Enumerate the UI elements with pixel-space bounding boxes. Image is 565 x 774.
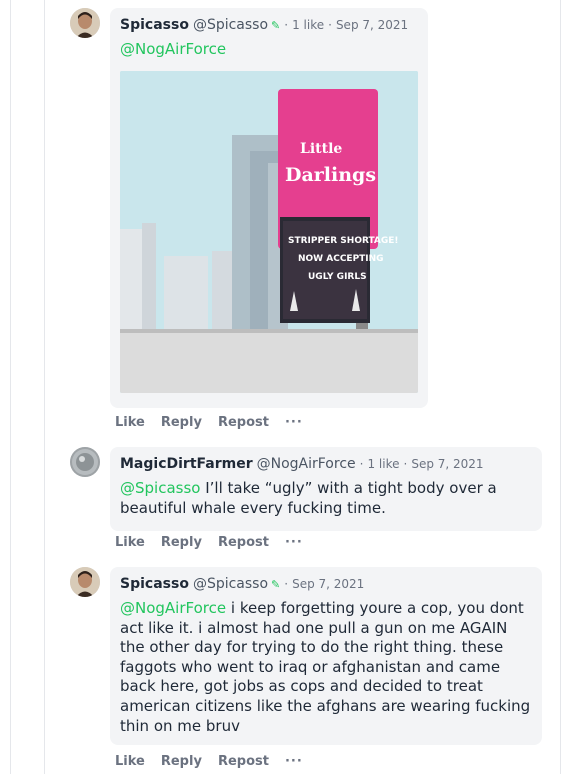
separator-dot: · bbox=[328, 18, 332, 32]
comment-date[interactable]: Sep 7, 2021 bbox=[411, 457, 483, 471]
mention-link[interactable]: @NogAirForce bbox=[120, 599, 226, 617]
like-count: 1 like bbox=[367, 457, 400, 471]
comment-bubble: Spicasso @Spicasso ✎ · Sep 7, 2021 @NogAirFo… bbox=[110, 567, 542, 745]
reply-button[interactable]: Reply bbox=[161, 414, 202, 432]
separator-dot: · bbox=[284, 18, 289, 32]
sign-text-ugly: UGLY GIRLS bbox=[308, 272, 367, 282]
pencil-icon: ✎ bbox=[271, 19, 281, 32]
image-scene: Little Darlings STRIPPER SHORTAGE! NOW A… bbox=[120, 70, 418, 393]
separator-dot: · bbox=[284, 577, 289, 591]
sign-text-little: Little bbox=[300, 141, 342, 157]
repost-button[interactable]: Repost bbox=[218, 753, 269, 771]
sign-text-shortage: STRIPPER SHORTAGE! bbox=[288, 236, 399, 246]
repost-button[interactable]: Repost bbox=[218, 414, 269, 432]
reply-button[interactable]: Reply bbox=[161, 534, 202, 552]
reply-button[interactable]: Reply bbox=[161, 753, 202, 771]
comment-date[interactable]: Sep 7, 2021 bbox=[336, 18, 408, 32]
comment-bubble: Spicasso @Spicasso ✎ · 1 like · Sep 7, 2021 @N… bbox=[110, 8, 428, 408]
like-button[interactable]: Like bbox=[115, 753, 145, 771]
comment-actions: Like Reply Repost ··· bbox=[115, 414, 319, 432]
like-button[interactable]: Like bbox=[115, 414, 145, 432]
comment-actions: Like Reply Repost ··· bbox=[115, 534, 319, 552]
comment-meta: MagicDirtFarmer @NogAirForce · 1 like · Sep 7… bbox=[120, 455, 532, 473]
comment-body: @Spicasso I’ll take “ugly” with a tight … bbox=[120, 479, 532, 518]
author-name[interactable]: Spicasso bbox=[120, 576, 189, 592]
more-options-icon[interactable]: ··· bbox=[285, 414, 303, 432]
separator-dot: · bbox=[403, 457, 408, 471]
repost-button[interactable]: Repost bbox=[218, 534, 269, 552]
mention-link[interactable]: @NogAirForce bbox=[120, 40, 226, 58]
comment-meta: Spicasso @Spicasso ✎ · Sep 7, 2021 bbox=[120, 575, 532, 593]
comment-date[interactable]: Sep 7, 2021 bbox=[292, 577, 364, 591]
sign-text-darlings: Darlings bbox=[285, 164, 376, 186]
author-handle[interactable]: @Spicasso bbox=[193, 17, 268, 33]
more-options-icon[interactable]: ··· bbox=[285, 753, 303, 771]
more-options-icon[interactable]: ··· bbox=[285, 534, 303, 552]
like-button[interactable]: Like bbox=[115, 534, 145, 552]
avatar-spicasso[interactable] bbox=[70, 567, 100, 597]
author-handle[interactable]: @NogAirForce bbox=[257, 456, 356, 472]
comment-actions: Like Reply Repost ··· bbox=[115, 753, 319, 771]
comment-meta: Spicasso @Spicasso ✎ · 1 like · Sep 7, 2021 bbox=[120, 16, 418, 34]
author-name[interactable]: MagicDirtFarmer bbox=[120, 456, 253, 472]
avatar-spicasso[interactable] bbox=[70, 8, 100, 38]
comment-text: i keep forgetting youre a cop, you dont … bbox=[120, 599, 531, 735]
avatar-magicdirtfarmer[interactable] bbox=[70, 447, 100, 477]
frame-right-border bbox=[560, 0, 561, 774]
mention-link[interactable]: @Spicasso bbox=[120, 479, 200, 497]
attached-image[interactable]: Little Darlings STRIPPER SHORTAGE! NOW A… bbox=[120, 70, 418, 393]
pencil-icon: ✎ bbox=[271, 578, 281, 591]
like-count: 1 like bbox=[292, 18, 325, 32]
comment-body: @NogAirForce bbox=[120, 40, 418, 60]
separator-dot: · bbox=[359, 457, 364, 471]
comment-body: @NogAirForce i keep forgetting youre a c… bbox=[120, 599, 532, 736]
thread-line bbox=[44, 0, 45, 774]
frame-left-border bbox=[10, 0, 11, 774]
author-handle[interactable]: @Spicasso bbox=[193, 576, 268, 592]
author-name[interactable]: Spicasso bbox=[120, 17, 189, 33]
sign-text-accepting: NOW ACCEPTING bbox=[298, 254, 384, 264]
comment-bubble: MagicDirtFarmer @NogAirForce · 1 like · Sep 7… bbox=[110, 447, 542, 531]
